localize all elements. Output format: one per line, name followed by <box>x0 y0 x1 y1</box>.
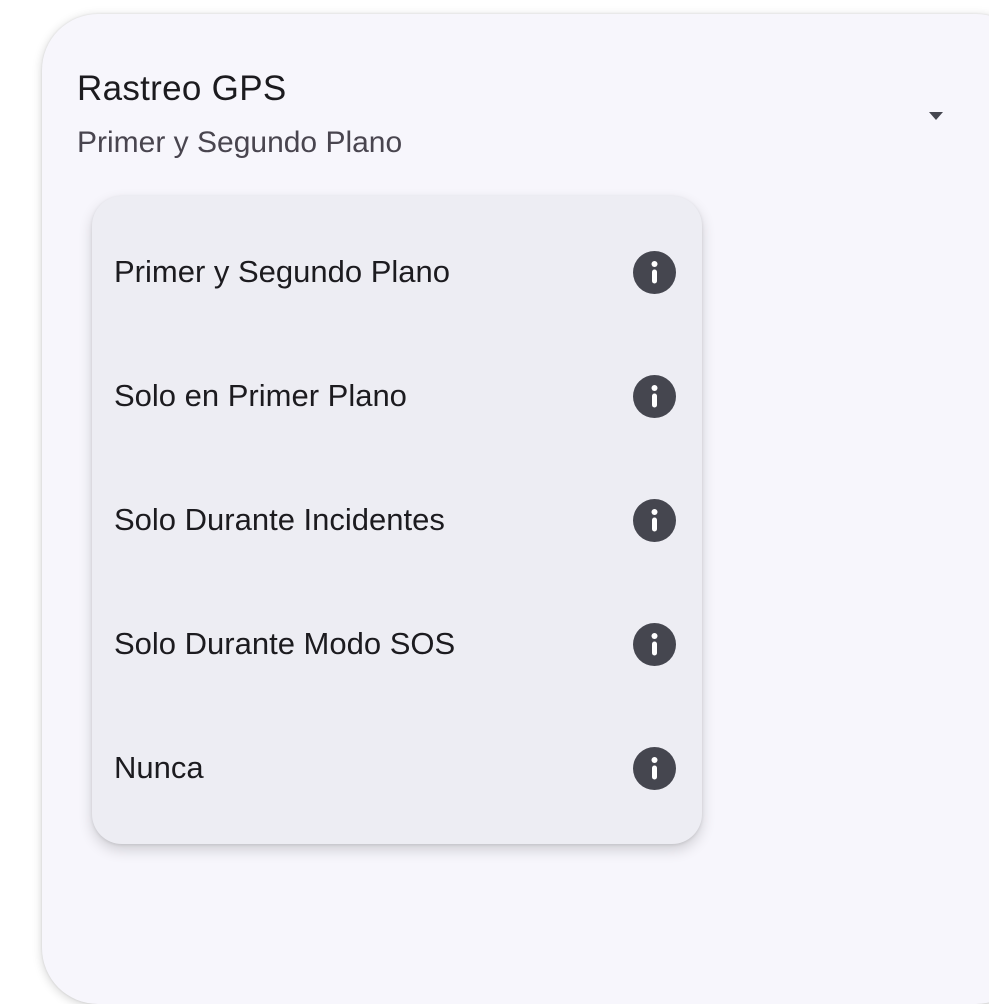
menu-item-solo-en-primer-plano[interactable]: Solo en Primer Plano <box>92 334 702 458</box>
caret-down-icon <box>929 112 943 120</box>
setting-selected-value: Primer y Segundo Plano <box>77 126 403 159</box>
info-icon[interactable] <box>633 623 676 666</box>
dropdown-toggle-button[interactable] <box>916 96 956 136</box>
dropdown-menu: Primer y Segundo Plano Solo en Primer Pl… <box>92 196 702 844</box>
menu-item-label: Solo Durante Incidentes <box>114 502 445 537</box>
menu-item-primer-y-segundo-plano[interactable]: Primer y Segundo Plano <box>92 210 702 334</box>
setting-title: Rastreo GPS <box>77 69 287 108</box>
menu-item-label: Solo en Primer Plano <box>114 378 407 413</box>
menu-item-label: Primer y Segundo Plano <box>114 254 451 289</box>
info-icon[interactable] <box>633 499 676 542</box>
menu-item-solo-durante-modo-sos[interactable]: Solo Durante Modo SOS <box>92 582 702 706</box>
info-icon[interactable] <box>633 747 676 790</box>
menu-item-label: Solo Durante Modo SOS <box>114 626 456 661</box>
menu-item-nunca[interactable]: Nunca <box>92 706 702 830</box>
info-icon[interactable] <box>633 251 676 294</box>
info-icon[interactable] <box>633 375 676 418</box>
menu-item-solo-durante-incidentes[interactable]: Solo Durante Incidentes <box>92 458 702 582</box>
menu-item-label: Nunca <box>114 750 204 785</box>
